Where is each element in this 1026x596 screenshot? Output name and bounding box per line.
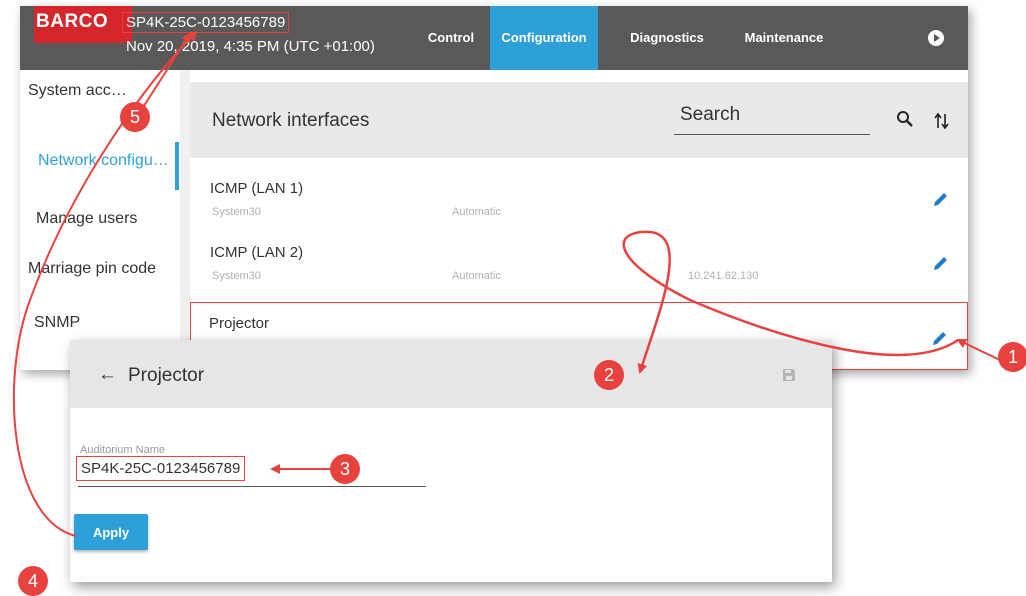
callout-3: 3	[330, 454, 360, 484]
barco-logo: BARCO	[34, 6, 132, 43]
callout-4: 4	[18, 566, 48, 596]
callout-1: 1	[998, 342, 1026, 372]
callout-2: 2	[594, 360, 624, 390]
annotation-arrows	[12, 30, 1001, 537]
callout-5: 5	[120, 102, 150, 132]
